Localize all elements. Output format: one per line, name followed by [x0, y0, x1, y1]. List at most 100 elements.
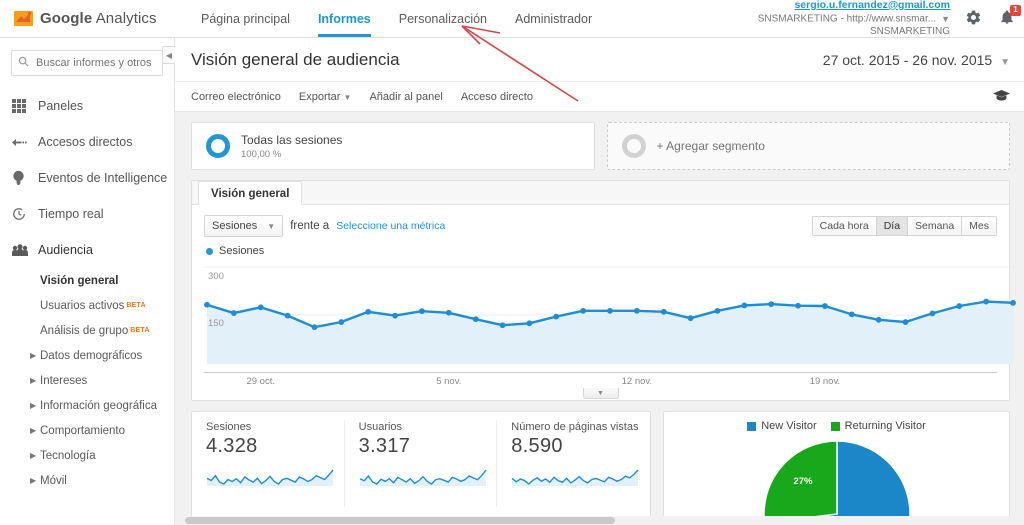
x-axis-tick: 12 nov.: [621, 376, 653, 387]
sidebar-item-label: Audiencia: [38, 243, 93, 257]
search-input[interactable]: [34, 56, 156, 70]
shortcut-button[interactable]: Acceso directo: [461, 91, 533, 103]
metric-selector-row: Sesiones ▼ frente a Seleccione una métri…: [192, 205, 1009, 239]
chevron-down-icon: ▼: [267, 221, 276, 231]
tab-overview[interactable]: Visión general: [198, 181, 303, 205]
granularity-hourly[interactable]: Cada hora: [812, 217, 877, 235]
y-axis-tick-300: 300: [208, 271, 224, 282]
chart-legend: Sesiones: [192, 239, 1009, 257]
brand[interactable]: Google Analytics: [0, 9, 175, 28]
sidebar-item-realtime[interactable]: Tiempo real: [0, 196, 174, 232]
sidebar-subitem-label: Móvil: [40, 474, 67, 487]
email-button[interactable]: Correo electrónico: [191, 91, 281, 103]
notifications-button[interactable]: 1: [990, 0, 1024, 38]
chevron-right-icon: ▶: [30, 451, 37, 460]
sidebar-subitem-geo[interactable]: ▶ Información geográfica: [0, 393, 174, 418]
metric-sessions[interactable]: Sesiones 4.328: [192, 412, 345, 515]
account-switcher[interactable]: sergio.u.fernandez@gmail.com SNSMARKETIN…: [758, 0, 956, 38]
chevron-right-icon: ▶: [30, 476, 37, 485]
date-range-picker[interactable]: 27 oct. 2015 - 26 nov. 2015 ▼: [823, 52, 1010, 68]
action-bar: Correo electrónico Exportar ▼ Añadir al …: [175, 82, 1024, 112]
top-nav-item-reports[interactable]: Informes: [304, 0, 385, 37]
sidebar-item-dashboards[interactable]: Paneles: [0, 88, 174, 124]
main-content: Visión general de audiencia 27 oct. 2015…: [175, 38, 1024, 525]
sidebar: ◀ Paneles: [0, 38, 175, 525]
top-nav-item-admin[interactable]: Administrador: [501, 0, 606, 37]
metric-sparkline: [206, 461, 334, 487]
granularity-week[interactable]: Semana: [908, 217, 963, 235]
metric-users[interactable]: Usuarios 3.317: [345, 412, 498, 515]
grid-icon: [12, 99, 38, 113]
sidebar-subitem-active-users[interactable]: Usuarios activos BETA: [0, 293, 174, 318]
search-box[interactable]: [11, 50, 163, 76]
segment-percent: 100,00 %: [241, 148, 282, 160]
sidebar-subitem-label: Datos demográficos: [40, 349, 143, 362]
sidebar-collapse-button[interactable]: ◀: [162, 46, 175, 64]
x-axis-tick: 19 nov.: [809, 376, 841, 387]
x-axis-tick: 29 oct.: [246, 376, 275, 387]
chevron-down-icon[interactable]: ▼: [941, 13, 950, 25]
select-metric-link[interactable]: Seleccione una métrica: [336, 220, 445, 232]
sidebar-subitem-label: Usuarios activos: [40, 299, 125, 312]
chevron-right-icon: ▶: [30, 351, 37, 360]
chevron-right-icon: ▶: [30, 426, 37, 435]
granularity-day[interactable]: Día: [876, 217, 909, 235]
graduation-cap-icon[interactable]: [993, 89, 1010, 105]
legend-label: Sesiones: [219, 245, 265, 257]
tab-strip: Visión general: [192, 181, 1009, 205]
brand-rest: Analytics: [92, 10, 157, 27]
account-email[interactable]: sergio.u.fernandez@gmail.com: [758, 0, 950, 11]
metric-value: 3.317: [358, 435, 411, 457]
metric-value: 4.328: [206, 435, 258, 457]
beta-badge: BETA: [130, 327, 150, 334]
google-analytics-logo: [14, 9, 33, 28]
sidebar-subitem-mobile[interactable]: ▶ Móvil: [0, 468, 174, 493]
sidebar-subitem-demographics[interactable]: ▶ Datos demográficos: [0, 343, 174, 368]
horizontal-scrollbar[interactable]: [175, 516, 1024, 525]
sidebar-subitem-technology[interactable]: ▶ Tecnología: [0, 443, 174, 468]
top-nav-item-home[interactable]: Página principal: [187, 0, 304, 37]
export-button[interactable]: Exportar ▼: [299, 91, 352, 103]
scrollbar-thumb[interactable]: [185, 517, 615, 524]
metric-title: Usuarios: [358, 421, 403, 433]
sidebar-subitem-label: Visión general: [40, 274, 119, 287]
sidebar-subitem-cohort-analysis[interactable]: Análisis de grupo BETA: [0, 318, 174, 343]
account-property: SNSMARKETING - http://www.snsmar... ▼: [757, 13, 950, 25]
add-segment-donut-icon: [621, 134, 646, 158]
beta-badge: BETA: [126, 302, 146, 309]
chevron-down-icon: ▼: [597, 389, 604, 397]
sessions-chart[interactable]: 300 150: [192, 257, 1016, 372]
sidebar-item-label: Paneles: [38, 99, 84, 113]
segment-add[interactable]: + Agregar segmento: [606, 122, 1010, 170]
expand-handle[interactable]: ▼: [582, 388, 619, 399]
sidebar-item-intelligence-events[interactable]: Eventos de Intelligence: [0, 160, 174, 196]
metric-select[interactable]: Sesiones ▼: [204, 215, 284, 237]
metric-pageviews[interactable]: Número de páginas vistas 8.590: [497, 412, 650, 515]
sidebar-subitem-behavior[interactable]: ▶ Comportamiento: [0, 418, 174, 443]
legend-dot: [206, 247, 213, 255]
sidebar-nav: Paneles Accesos directos Eventos de Inte…: [0, 82, 174, 493]
chart-expander[interactable]: ▼: [192, 388, 1009, 400]
top-nav-item-customization[interactable]: Personalización: [385, 0, 501, 37]
pie-legend-new[interactable]: New Visitor: [747, 420, 817, 432]
pie-legend-returning[interactable]: Returning Visitor: [830, 420, 926, 432]
segment-all-sessions[interactable]: Todas las sesiones 100,00 %: [191, 122, 595, 170]
metric-value: 8.590: [511, 435, 563, 457]
settings-button[interactable]: [956, 0, 990, 38]
sidebar-item-shortcuts[interactable]: Accesos directos: [0, 124, 174, 160]
sidebar-item-audience[interactable]: Audiencia: [0, 232, 174, 268]
page-title: Visión general de audiencia: [191, 49, 400, 69]
bottom-row: Sesiones 4.328 Usuarios 3.317 Número de …: [191, 411, 1010, 525]
sidebar-subitem-interests[interactable]: ▶ Intereses: [0, 368, 174, 393]
granularity-month[interactable]: Mes: [962, 217, 996, 235]
search-icon: [18, 56, 29, 70]
account-property-name: SNSMARKETING: [869, 26, 950, 38]
add-to-dashboard-button[interactable]: Añadir al panel: [369, 91, 442, 103]
metric-title: Sesiones: [206, 421, 252, 433]
metric-sparkline: [511, 461, 639, 487]
pie-legend-label: Returning Visitor: [844, 420, 926, 432]
new-vs-returning-pie[interactable]: 73%27%: [762, 439, 912, 525]
top-nav: Página principal Informes Personalizació…: [187, 0, 606, 37]
chevron-down-icon: ▼: [343, 92, 352, 102]
sidebar-subitem-overview[interactable]: Visión general: [0, 268, 174, 293]
